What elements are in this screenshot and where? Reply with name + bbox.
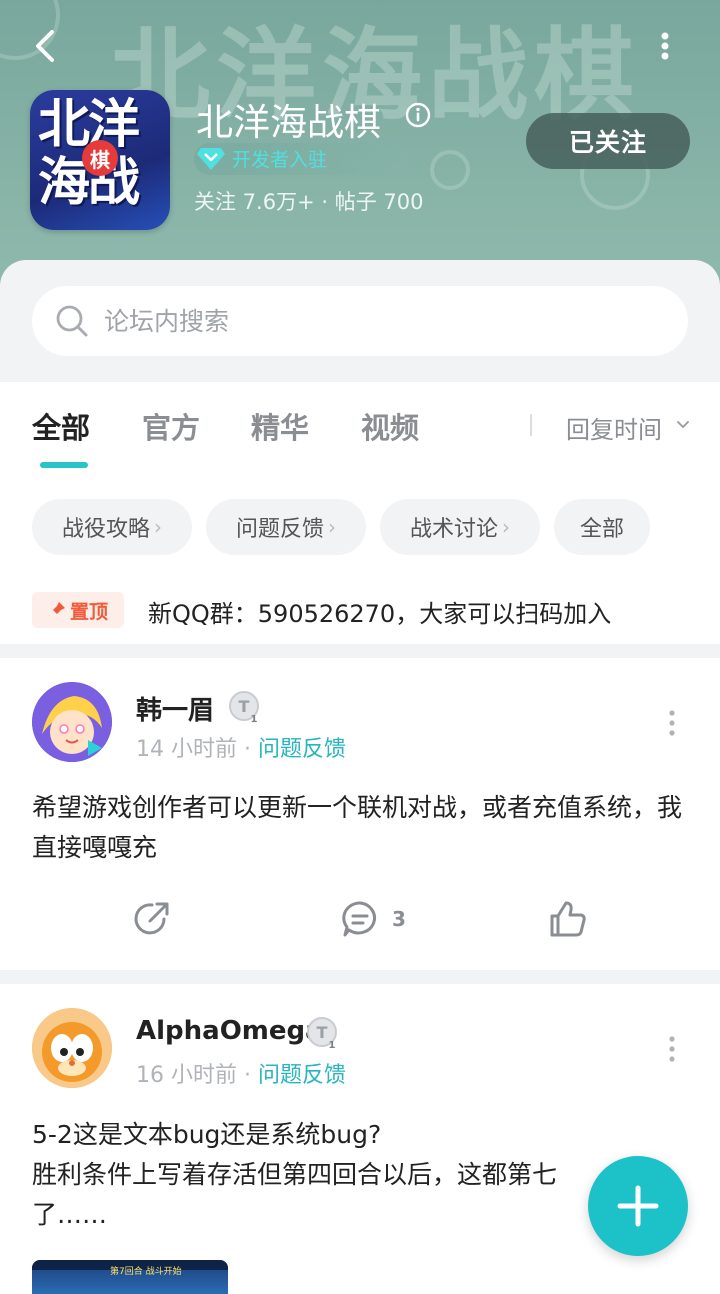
username[interactable]: 韩一眉 <box>136 690 214 727</box>
avatar[interactable] <box>32 1008 112 1088</box>
app-icon: 北洋海战 棋 <box>30 90 170 230</box>
post-body[interactable]: 希望游戏创作者可以更新一个联机对战，或者充值系统，我直接嘎嘎充 <box>32 788 688 868</box>
chip-feedback[interactable]: 问题反馈 › <box>206 499 366 555</box>
username[interactable]: AlphaOmega <box>136 1016 323 1046</box>
post-body-line: 5-2这是文本bug还是系统bug? <box>32 1120 382 1149</box>
new-post-button[interactable] <box>588 1156 688 1256</box>
app-icon-badge: 棋 <box>82 140 118 176</box>
level-badge-icon: T 1 <box>229 691 259 724</box>
tab-official[interactable]: 官方 <box>142 405 200 447</box>
chip-label: 战术讨论 <box>409 517 498 542</box>
pin-icon <box>48 602 65 618</box>
post-more-icon[interactable] <box>666 708 678 738</box>
chip-tactics[interactable]: 战术讨论 › <box>380 499 540 555</box>
chip-label: 问题反馈 <box>235 517 324 542</box>
post-image-thumbnail[interactable]: 第7回合 战斗开始 <box>32 1260 228 1294</box>
like-thumb-icon[interactable] <box>548 899 588 939</box>
post-time: 16 小时前 <box>136 1063 237 1088</box>
comment-count: 3 <box>392 907 406 931</box>
chevron-down-icon[interactable] <box>676 418 690 432</box>
chip-label: 战役攻略 <box>61 517 150 542</box>
thumbnail-text: 第7回合 战斗开始 <box>110 1267 182 1277</box>
tab-all[interactable]: 全部 <box>32 405 90 447</box>
post-category[interactable]: 问题反馈 <box>258 1063 346 1088</box>
divider <box>530 414 532 436</box>
follow-button[interactable]: 已关注 <box>526 113 690 169</box>
chevron-right-icon: › <box>154 515 162 539</box>
meta-separator: · <box>244 1063 251 1088</box>
svg-text:T: T <box>239 697 250 716</box>
header-decoration <box>430 150 470 190</box>
post-meta: 14 小时前 · 问题反馈 <box>136 731 346 763</box>
pinned-badge: 置顶 <box>32 592 124 628</box>
more-options-icon[interactable] <box>650 26 680 66</box>
svg-text:1: 1 <box>329 1040 336 1050</box>
pinned-title[interactable]: 新QQ群：590526270，大家可以扫码加入 <box>148 594 611 629</box>
post-time: 14 小时前 <box>136 737 237 762</box>
diamond-icon <box>197 148 225 170</box>
chip-campaign-guide[interactable]: 战役攻略 › <box>32 499 192 555</box>
chip-label: 全部 <box>579 517 624 542</box>
forum-stats: 关注 7.6万+ · 帖子 700 <box>194 190 424 214</box>
pinned-badge-label: 置顶 <box>69 600 108 623</box>
meta-separator: · <box>244 737 251 762</box>
svg-text:T: T <box>317 1023 328 1042</box>
active-tab-indicator <box>40 462 88 468</box>
level-badge-icon: T 1 <box>307 1017 337 1050</box>
developer-badge-label[interactable]: 开发者入驻 <box>232 145 327 172</box>
chevron-right-icon: › <box>502 515 510 539</box>
info-icon[interactable] <box>404 101 432 129</box>
sort-dropdown[interactable]: 回复时间 <box>566 410 662 445</box>
chip-all[interactable]: 全部 <box>554 499 650 555</box>
search-input[interactable] <box>104 303 664 339</box>
share-icon[interactable] <box>132 899 172 939</box>
post-body-line: 胜利条件上写着存活但第四回合以后，这都第七 <box>32 1160 558 1189</box>
back-arrow-icon[interactable] <box>28 26 68 66</box>
search-icon <box>56 305 88 337</box>
svg-text:1: 1 <box>251 714 258 724</box>
tab-featured[interactable]: 精华 <box>251 405 309 447</box>
post-meta: 16 小时前 · 问题反馈 <box>136 1057 346 1089</box>
plus-icon <box>617 1185 659 1227</box>
post-more-icon[interactable] <box>666 1034 678 1064</box>
forum-title: 北洋海战棋 <box>196 101 381 144</box>
chevron-right-icon: › <box>328 515 336 539</box>
tab-video[interactable]: 视频 <box>361 405 419 447</box>
avatar[interactable] <box>32 682 112 762</box>
comment-icon[interactable] <box>340 899 380 939</box>
post-category[interactable]: 问题反馈 <box>258 737 346 762</box>
